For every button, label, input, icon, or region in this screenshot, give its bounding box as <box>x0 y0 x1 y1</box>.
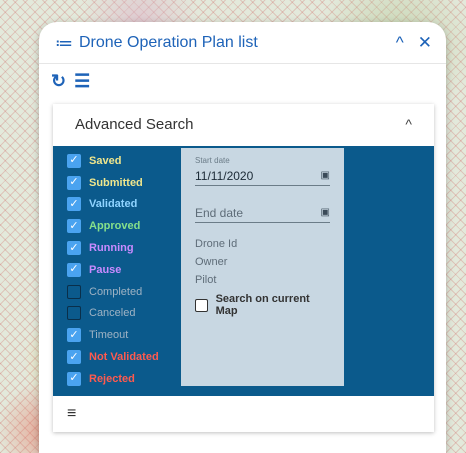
checkbox-checked-icon[interactable]: ✓ <box>67 328 81 343</box>
status-filter-list: ✓ Saved ✓ Submitted ✓ Validated ✓ Approved ✓ Runn… <box>67 150 159 390</box>
checkbox-checked-icon[interactable]: ✓ <box>67 219 81 234</box>
status-label: Saved <box>89 154 122 167</box>
checkbox-box[interactable] <box>195 298 208 312</box>
search-current-map-label: Search on current Map <box>215 293 310 317</box>
status-label: Completed <box>89 285 143 298</box>
status-label: Submitted <box>89 176 143 189</box>
start-date-label: Start date <box>195 156 230 165</box>
start-date-field[interactable]: 11/11/2020 ▣ <box>195 166 330 186</box>
status-label: Approved <box>89 220 141 233</box>
checkbox-checked-icon[interactable]: ✓ <box>67 197 81 212</box>
status-label: Pause <box>89 263 122 276</box>
end-date-field[interactable]: End date ▣ <box>195 203 330 223</box>
status-checkbox-timeout[interactable]: ✓ Timeout <box>67 324 159 346</box>
owner-field[interactable]: Owner <box>195 253 330 271</box>
status-checkbox-saved[interactable]: ✓ Saved <box>67 150 159 172</box>
checkbox-checked-icon[interactable]: ✓ <box>67 350 81 365</box>
checkbox-checked-icon[interactable]: ✓ <box>67 153 81 168</box>
status-checkbox-completed[interactable]: Completed <box>67 281 159 303</box>
calendar-icon[interactable]: ▣ <box>321 207 330 218</box>
panel-toolbar: ↻ ☰ <box>39 64 446 98</box>
checkbox-checked-icon[interactable]: ✓ <box>67 241 81 256</box>
end-date-placeholder[interactable]: End date <box>195 206 243 220</box>
status-checkbox-rejected[interactable]: ✓ Rejected <box>67 368 159 390</box>
status-checkbox-approved[interactable]: ✓ Approved <box>67 215 159 237</box>
search-criteria-box: Start date 11/11/2020 ▣ End date ▣ Drone… <box>181 148 344 386</box>
drone-plan-panel: ≔ Drone Operation Plan list ^ ✕ ↻ ☰ Adva… <box>39 22 446 453</box>
checkbox-unchecked-icon[interactable] <box>67 284 81 299</box>
chevron-up-icon[interactable]: ^ <box>405 116 412 132</box>
drone-id-field[interactable]: Drone Id <box>195 235 330 253</box>
calendar-icon[interactable]: ▣ <box>321 170 330 181</box>
checkbox-unchecked-icon[interactable] <box>67 306 81 321</box>
status-checkbox-not-validated[interactable]: ✓ Not Validated <box>67 346 159 368</box>
checkbox-checked-icon[interactable]: ✓ <box>67 262 81 277</box>
list-icon: ≔ <box>55 32 73 53</box>
status-label: Not Validated <box>89 351 159 364</box>
status-checkbox-pause[interactable]: ✓ Pause <box>67 259 159 281</box>
status-label: Rejected <box>89 372 135 385</box>
status-label: Timeout <box>89 329 129 342</box>
filter-icon[interactable]: ≡ <box>67 406 76 422</box>
advanced-search-card: Advanced Search ^ ✓ Saved ✓ Submitted ✓ Valid… <box>53 104 434 432</box>
panel-title: Drone Operation Plan list <box>79 33 258 51</box>
collapse-panel-button[interactable]: ^ <box>396 34 404 51</box>
status-label: Running <box>89 242 134 255</box>
advanced-search-footer: ≡ <box>53 396 434 432</box>
close-panel-button[interactable]: ✕ <box>418 34 432 51</box>
advanced-search-title: Advanced Search <box>75 115 194 133</box>
advanced-search-header[interactable]: Advanced Search ^ <box>53 104 434 144</box>
refresh-icon[interactable]: ↻ <box>51 72 66 90</box>
checkbox-checked-icon[interactable]: ✓ <box>67 175 81 190</box>
status-checkbox-canceled[interactable]: Canceled <box>67 303 159 325</box>
advanced-search-body: ✓ Saved ✓ Submitted ✓ Validated ✓ Approved ✓ Runn… <box>53 146 434 396</box>
start-date-value[interactable]: 11/11/2020 <box>195 169 253 183</box>
list-view-icon[interactable]: ☰ <box>74 72 90 90</box>
search-current-map-checkbox[interactable]: Search on current Map <box>195 293 330 317</box>
pilot-field[interactable]: Pilot <box>195 271 330 289</box>
status-checkbox-submitted[interactable]: ✓ Submitted <box>67 172 159 194</box>
status-label: Canceled <box>89 307 136 320</box>
status-label: Validated <box>89 198 138 211</box>
panel-header: ≔ Drone Operation Plan list ^ ✕ <box>39 22 446 64</box>
checkbox-checked-icon[interactable]: ✓ <box>67 371 81 386</box>
status-checkbox-validated[interactable]: ✓ Validated <box>67 194 159 216</box>
status-checkbox-running[interactable]: ✓ Running <box>67 237 159 259</box>
